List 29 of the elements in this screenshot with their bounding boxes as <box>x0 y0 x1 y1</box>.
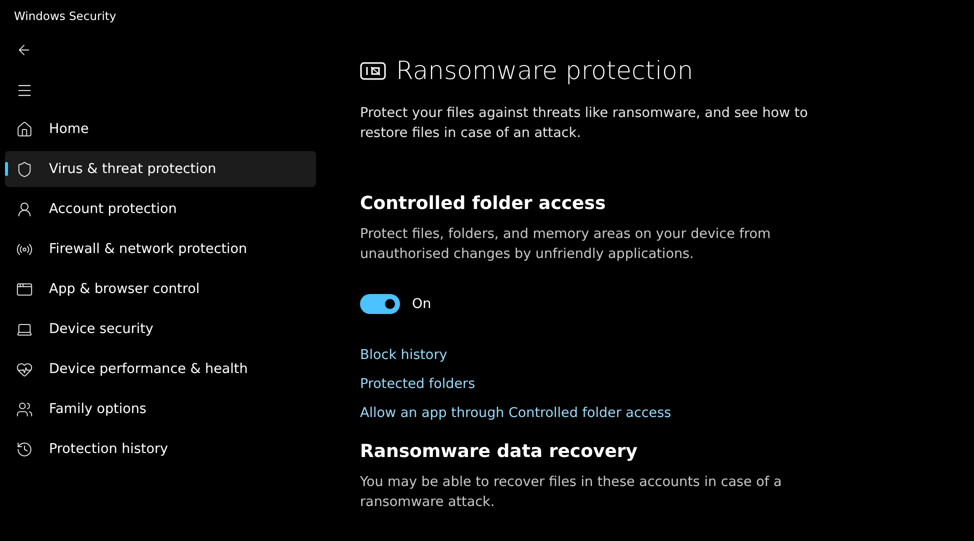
page-title: Ransomware protection <box>396 56 694 85</box>
section-heading: Ransomware data recovery <box>360 441 639 462</box>
shield-icon <box>16 160 33 178</box>
section-heading: Controlled folder access <box>360 193 607 214</box>
sidebar-item[interactable]: App & browser control <box>5 271 316 307</box>
link[interactable]: Allow an app through Controlled folder access <box>360 405 672 421</box>
sidebar-item[interactable]: Protection history <box>5 431 316 467</box>
sidebar-item[interactable]: Family options <box>5 391 316 427</box>
section-description: Protect files, folders, and memory areas on your device from unauthorised changes by unfriendly applications. <box>360 225 772 264</box>
section-description: You may be able to recover files in these accounts in case of a ransomware attack. <box>360 473 783 512</box>
window-title: Windows Security <box>14 9 118 25</box>
sidebar-item[interactable]: Account protection <box>5 191 316 227</box>
sidebar-item[interactable]: Home <box>5 111 316 147</box>
history-icon <box>16 440 33 458</box>
home-icon <box>16 120 33 138</box>
people-icon <box>16 400 33 418</box>
sidebar-item[interactable]: Virus & threat protection <box>5 151 316 187</box>
heart-pulse-icon <box>16 360 33 378</box>
link[interactable]: Block history <box>360 347 448 363</box>
sidebar-item[interactable]: Device security <box>5 311 316 347</box>
link[interactable]: Protected folders <box>360 376 476 392</box>
window-icon <box>16 280 33 298</box>
toggle-switch[interactable] <box>360 294 400 314</box>
sidebar-item[interactable]: Firewall & network protection <box>5 231 316 267</box>
toggle-label: On <box>412 296 432 312</box>
page-description: Protect your files against threats like ransomware, and see how to restore files in case of an attack. <box>360 104 809 143</box>
person-icon <box>16 200 33 218</box>
sidebar-item[interactable]: Device performance & health <box>5 351 316 387</box>
ransomware-icon <box>360 62 386 80</box>
